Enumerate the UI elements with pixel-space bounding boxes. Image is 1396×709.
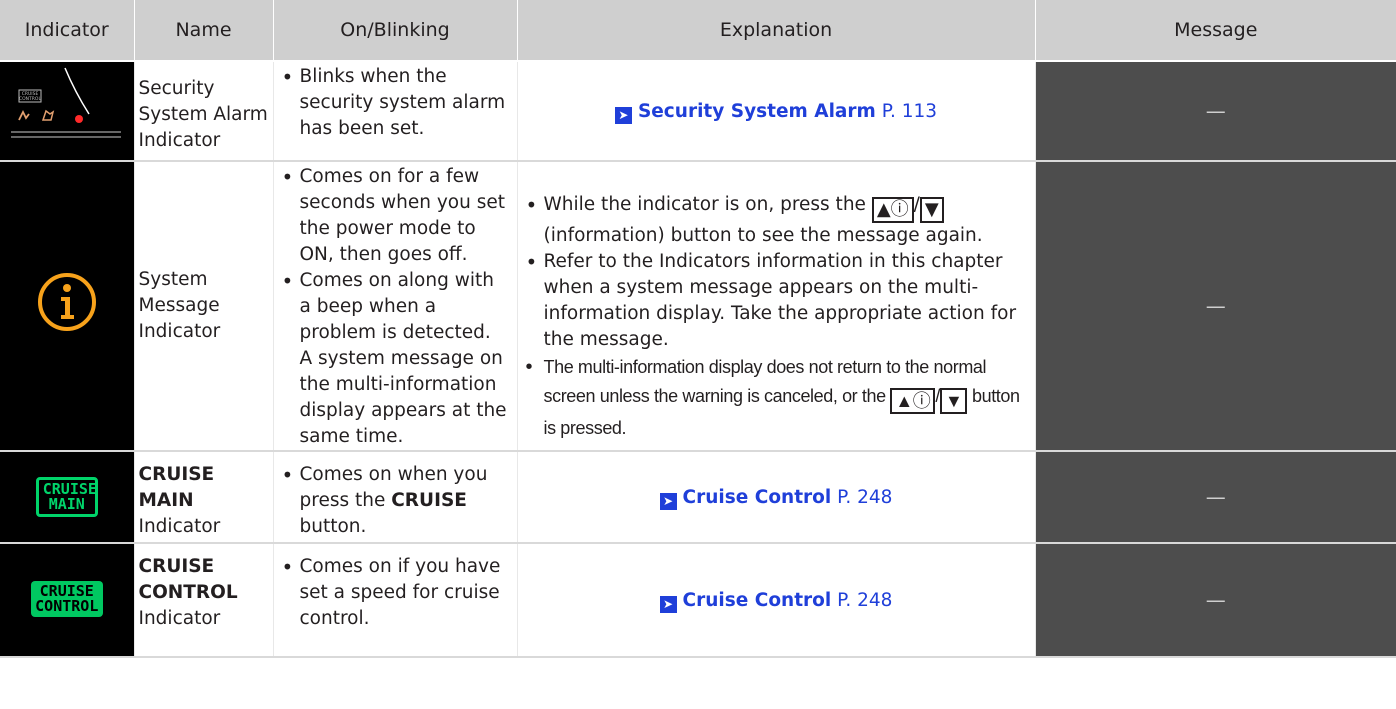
row-name: System Message Indicator [134, 161, 274, 452]
info-up-button-icon: ▲ⓘ [871, 197, 914, 223]
list-item: Refer to the Indicators information in t… [524, 249, 1029, 353]
row-name: Security System Alarm Indicator [134, 61, 274, 162]
table-row: CRUISE CONTROL CRUISE CONTROL Indicator … [0, 543, 1396, 658]
table-row: System Message Indicator Comes on for a … [0, 161, 1396, 452]
row-name: CRUISE MAIN Indicator [134, 451, 274, 544]
info-down-button-icon: ▼ [939, 388, 968, 414]
cruise-control-icon: CRUISE CONTROL [0, 543, 135, 658]
row-name: CRUISE CONTROL Indicator [134, 543, 274, 658]
link-page-number[interactable]: P. 113 [882, 101, 937, 122]
cruise-control-label: CRUISE CONTROL [30, 581, 103, 617]
header-indicator: Indicator [0, 0, 135, 62]
link-page-number[interactable]: P. 248 [837, 590, 892, 611]
list-item: Comes on for a few seconds when you set … [280, 164, 509, 268]
row-message: — [1035, 61, 1396, 162]
list-item: Comes on if you have set a speed for cru… [280, 554, 509, 632]
list-item: Blinks when the security system alarm ha… [280, 64, 509, 142]
info-up-button-icon: ▲ⓘ [890, 388, 936, 414]
header-row: Indicator Name On/Blinking Explanation M… [0, 0, 1396, 62]
row-explanation: ➤ Security System Alarm P. 113 [517, 61, 1036, 162]
arrow-right-icon: ➤ [659, 493, 677, 510]
svg-text:CONTROL: CONTROL [19, 96, 41, 102]
info-down-button-icon: ▼ [919, 197, 944, 223]
row-explanation: While the indicator is on, press the ▲ⓘ/… [517, 161, 1036, 452]
link-cruise-control[interactable]: Cruise Control [683, 487, 832, 508]
row-message: — [1035, 543, 1396, 658]
indicator-table: Indicator Name On/Blinking Explanation M… [0, 0, 1396, 658]
cruise-main-icon: CRUISE MAIN [0, 451, 135, 544]
row-explanation: ➤ Cruise Control P. 248 [517, 451, 1036, 544]
list-item: Comes on along with a beep when a proble… [280, 268, 509, 450]
header-name: Name [134, 0, 274, 62]
header-explanation: Explanation [517, 0, 1036, 62]
list-item: The multi-information display does not r… [524, 353, 1029, 443]
arrow-right-icon: ➤ [614, 107, 632, 124]
link-security-system-alarm[interactable]: Security System Alarm [638, 101, 876, 122]
table-row: CRUISE CONTROL Security System Alarm Ind… [0, 61, 1396, 162]
header-message: Message [1035, 0, 1396, 62]
list-item: Comes on when you press the CRUISE butto… [280, 462, 509, 540]
row-message: — [1035, 161, 1396, 452]
row-explanation: ➤ Cruise Control P. 248 [517, 543, 1036, 658]
header-on-blinking: On/Blinking [273, 0, 518, 62]
system-message-icon [0, 161, 135, 452]
link-cruise-control[interactable]: Cruise Control [683, 590, 832, 611]
row-on-blinking: Comes on for a few seconds when you set … [273, 161, 518, 452]
row-on-blinking: Comes on when you press the CRUISE butto… [273, 451, 518, 544]
arrow-right-icon: ➤ [659, 596, 677, 613]
table-row: CRUISE MAIN CRUISE MAIN Indicator Comes … [0, 451, 1396, 544]
row-on-blinking: Blinks when the security system alarm ha… [273, 61, 518, 162]
security-system-alarm-icon: CRUISE CONTROL [0, 61, 135, 162]
cruise-main-label: CRUISE MAIN [35, 477, 98, 517]
link-page-number[interactable]: P. 248 [837, 487, 892, 508]
list-item: While the indicator is on, press the ▲ⓘ/… [524, 192, 1029, 249]
row-on-blinking: Comes on if you have set a speed for cru… [273, 543, 518, 658]
row-message: — [1035, 451, 1396, 544]
